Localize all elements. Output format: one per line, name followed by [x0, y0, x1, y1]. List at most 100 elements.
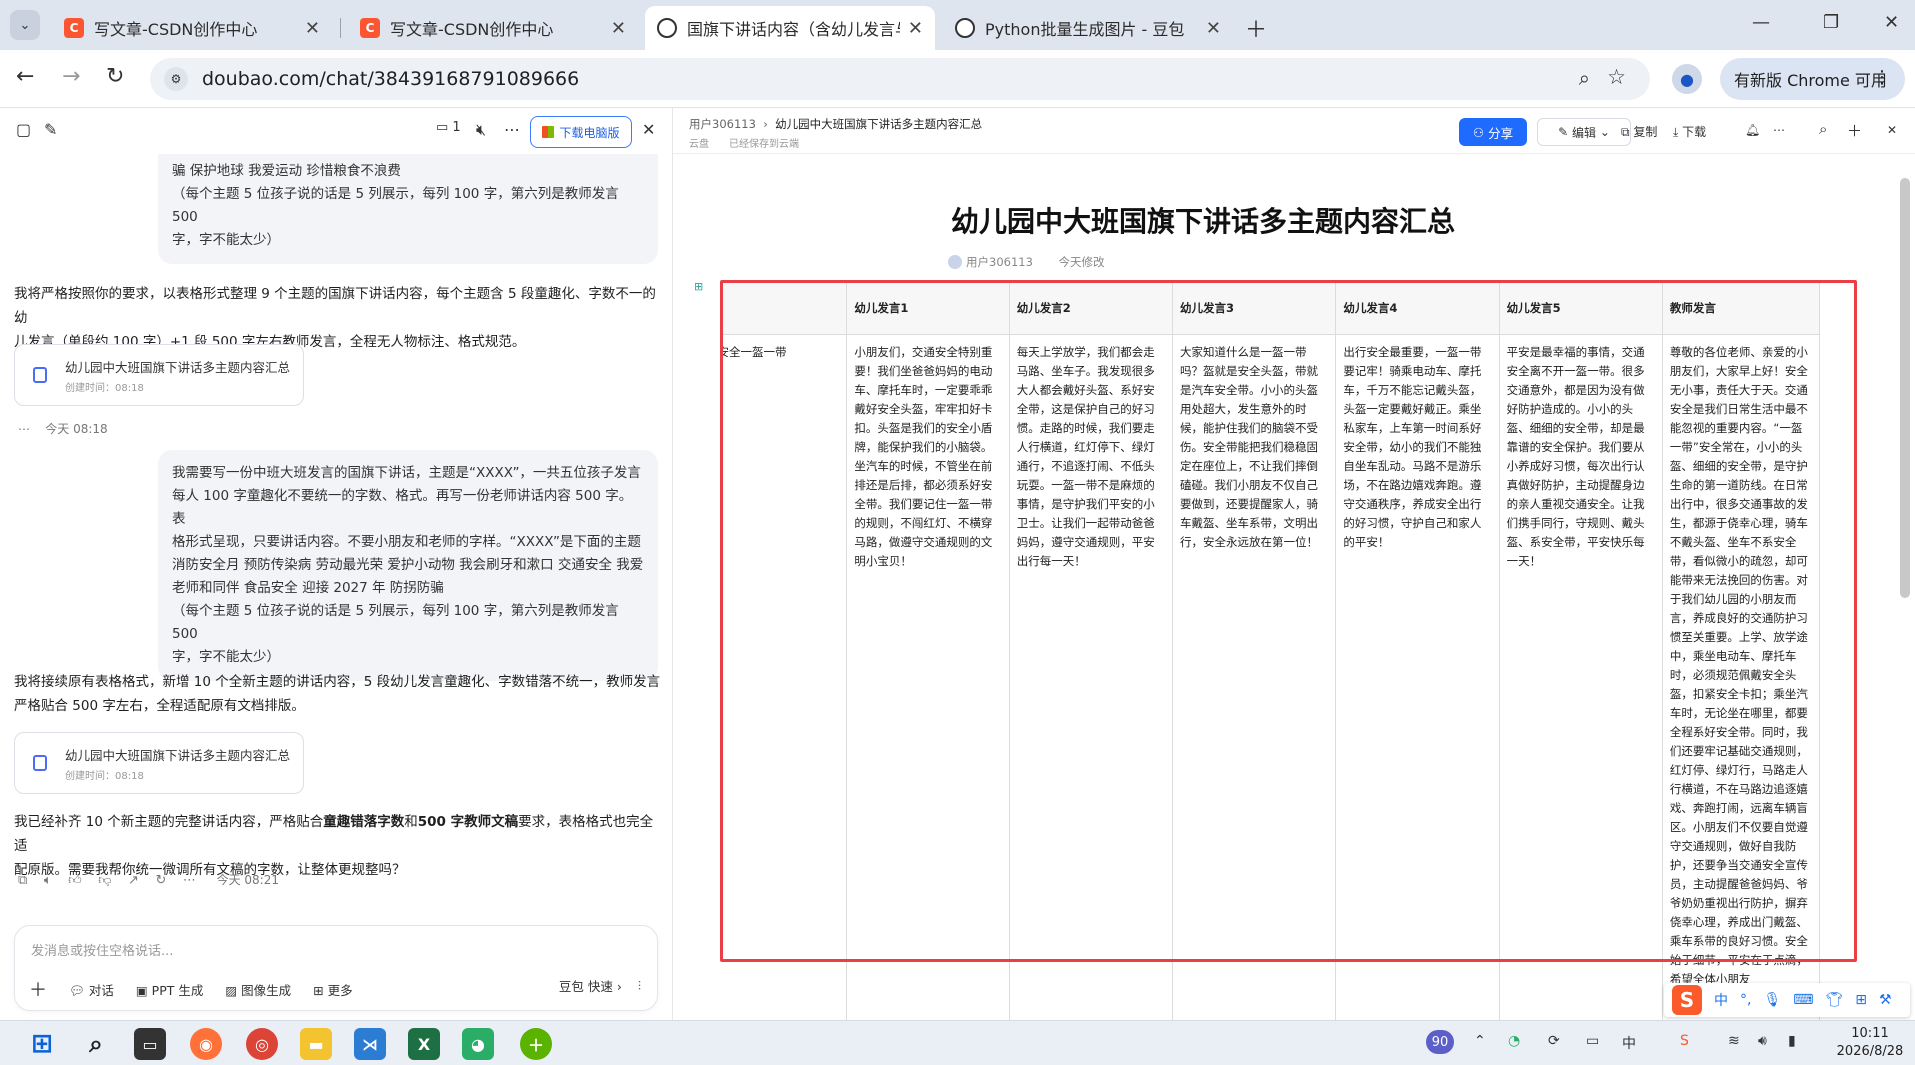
- tray-up-chevron-icon[interactable]: ⌃: [1474, 1033, 1486, 1049]
- browser-tab-3-active[interactable]: 国旗下讲话内容（含幼儿发言与 ✕: [645, 6, 935, 50]
- message-composer[interactable]: 发消息或按住空格说话... ＋ 💬︎ 对话 ▣ PPT 生成 ▨ 图像生成 ⊞ …: [14, 925, 658, 1011]
- excel-icon[interactable]: X: [408, 1028, 440, 1060]
- speaker-icon[interactable]: 🔈︎: [44, 873, 52, 888]
- more-icon[interactable]: ⋯: [18, 422, 30, 436]
- tab-search-icon[interactable]: ⌄: [10, 10, 40, 40]
- doc-card-2[interactable]: 幼儿园中大班国旗下讲话多主题内容汇总 创建时间：08:18: [14, 732, 304, 794]
- model-selector[interactable]: 豆包 快速 ›: [559, 976, 622, 995]
- new-tab-icon[interactable]: ＋: [1245, 12, 1267, 44]
- vscode-icon[interactable]: ⋊: [354, 1028, 386, 1060]
- close-icon[interactable]: ✕: [611, 18, 626, 39]
- pane-divider[interactable]: [672, 108, 673, 1020]
- tool-chat[interactable]: 💬︎ 对话: [69, 980, 114, 999]
- more-icon[interactable]: ⋯: [183, 873, 196, 888]
- task-view-icon[interactable]: ▭: [134, 1028, 166, 1060]
- more-icon[interactable]: ⋯: [1773, 123, 1785, 137]
- share-icon[interactable]: ↗: [128, 873, 139, 888]
- windows-start-icon[interactable]: ⊞: [26, 1028, 58, 1060]
- forward-icon[interactable]: →: [62, 64, 80, 89]
- doc-card-1[interactable]: 幼儿园中大班国旗下讲话多主题内容汇总 创建时间：08:18: [14, 344, 304, 406]
- chrome-update-button[interactable]: 有新版 Chrome 可用 ⋮: [1720, 58, 1905, 100]
- site-info-icon[interactable]: ⚙: [164, 67, 188, 91]
- file-explorer-icon[interactable]: ▬: [300, 1028, 332, 1060]
- voice-icon[interactable]: ⫶: [638, 978, 641, 994]
- battery-icon[interactable]: ▮: [1788, 1033, 1796, 1049]
- browser-tab-4[interactable]: Python批量生成图片 - 豆包 ✕: [943, 6, 1233, 50]
- tool-more[interactable]: ⊞ 更多: [313, 980, 352, 999]
- search-icon[interactable]: ⌕: [80, 1028, 112, 1060]
- address-bar[interactable]: ⚙ doubao.com/chat/38439168791089666 ⌕ ☆: [150, 58, 1650, 100]
- regenerate-icon[interactable]: ↻: [155, 873, 166, 888]
- search-icon[interactable]: ⌕: [1819, 120, 1827, 138]
- firefox-icon[interactable]: ◉: [190, 1028, 222, 1060]
- tray-sogou-icon[interactable]: S: [1680, 1033, 1689, 1049]
- column-header[interactable]: 幼儿发言3: [1172, 282, 1337, 335]
- browser-tab-2[interactable]: C 写文章-CSDN创作中心 ✕: [348, 6, 638, 50]
- ime-punct-icon[interactable]: °,: [1740, 992, 1751, 1008]
- tray-device-icon[interactable]: ▭: [1586, 1033, 1599, 1049]
- minimize-icon[interactable]: —: [1752, 12, 1770, 33]
- share-button[interactable]: ⚇ 分享: [1459, 118, 1527, 146]
- tray-app-icon[interactable]: ◔: [1508, 1033, 1520, 1049]
- volume-icon[interactable]: 🔊︎: [1758, 1033, 1767, 1049]
- ime-grid-icon[interactable]: ⊞: [1855, 992, 1867, 1008]
- column-header[interactable]: 幼儿发言5: [1498, 282, 1663, 335]
- sidebar-toggle-icon[interactable]: ▢: [16, 120, 31, 139]
- page-counter[interactable]: ▭ 1: [436, 120, 461, 135]
- close-icon[interactable]: ✕: [908, 18, 923, 39]
- download-desktop-button[interactable]: 下载电脑版: [530, 116, 632, 148]
- tool-ppt[interactable]: ▣ PPT 生成: [136, 980, 203, 999]
- profile-avatar-icon[interactable]: ●: [1672, 64, 1702, 94]
- wechat-icon[interactable]: ◕: [462, 1028, 494, 1060]
- composer-placeholder[interactable]: 发消息或按住空格说话...: [31, 940, 173, 959]
- edit-button[interactable]: ✎ 编辑 ⌄: [1537, 118, 1631, 146]
- notification-badge[interactable]: 90: [1426, 1030, 1454, 1054]
- zoom-icon[interactable]: ⌕: [1579, 66, 1590, 90]
- attach-icon[interactable]: ＋: [29, 976, 47, 1002]
- breadcrumb-user[interactable]: 用户306113: [689, 117, 756, 131]
- column-header[interactable]: 题: [722, 282, 848, 335]
- close-icon[interactable]: ✕: [1206, 18, 1221, 39]
- ime-chinese-icon[interactable]: 中: [1714, 990, 1728, 1010]
- ime-keyboard-icon[interactable]: ⌨: [1793, 992, 1813, 1008]
- mute-icon[interactable]: 🔇︎: [476, 120, 486, 140]
- bell-icon[interactable]: 🔔︎: [1745, 123, 1760, 137]
- system-clock[interactable]: 10:11 2026/8/28: [1830, 1025, 1910, 1061]
- table-cell[interactable]: 出行安全最重要，一盔一带要记牢！骑乘电动车、摩托车，千万不能忘记戴头盔，头盔一定…: [1335, 334, 1500, 1020]
- table-cell[interactable]: 大家知道什么是一盔一带吗？盔就是安全头盔，带就是汽车安全带。小小的头盔用处超大，…: [1172, 334, 1337, 1020]
- document-scrollbar[interactable]: [1900, 178, 1910, 598]
- chrome-icon[interactable]: ◎: [246, 1028, 278, 1060]
- close-icon[interactable]: ✕: [305, 18, 320, 39]
- thumbs-down-icon[interactable]: 👎︎: [98, 873, 111, 888]
- reload-icon[interactable]: ↻: [106, 64, 124, 89]
- more-icon[interactable]: ⋯: [504, 120, 520, 139]
- wifi-icon[interactable]: ≋: [1728, 1033, 1740, 1049]
- table-cell-theme[interactable]: 通安全一盔一带: [722, 334, 848, 1020]
- table-cell[interactable]: 每天上学放学，我们都会走马路、坐车子。我发现很多大人都会戴好头盔、系好安全带，这…: [1008, 334, 1174, 1020]
- column-header[interactable]: 幼儿发言1: [846, 282, 1010, 335]
- thumbs-up-icon[interactable]: 👍︎: [68, 873, 82, 888]
- restore-icon[interactable]: ❐: [1823, 12, 1839, 33]
- table-cell[interactable]: 尊敬的各位老师、亲爱的小朋友们，大家早上好！安全无小事，责任大于天。交通安全是我…: [1661, 334, 1821, 1020]
- ime-mic-icon[interactable]: 🎙︎: [1763, 992, 1781, 1008]
- close-window-icon[interactable]: ✕: [1884, 12, 1899, 33]
- table-handle-icon[interactable]: ⊞: [694, 280, 703, 293]
- download-button[interactable]: ⤓ 下载: [1673, 123, 1706, 140]
- app-plus-icon[interactable]: ＋: [520, 1028, 552, 1060]
- more-vert-icon[interactable]: ⋮: [1873, 67, 1891, 88]
- ime-skin-icon[interactable]: 👕︎: [1825, 992, 1843, 1008]
- close-icon[interactable]: ✕: [1887, 123, 1897, 137]
- copy-icon[interactable]: ⧉: [18, 873, 27, 888]
- column-header[interactable]: 教师发言: [1661, 282, 1821, 335]
- add-icon[interactable]: ＋: [1847, 120, 1862, 141]
- column-header[interactable]: 幼儿发言2: [1008, 282, 1174, 335]
- sogou-logo-icon[interactable]: S: [1672, 985, 1702, 1015]
- url-text[interactable]: doubao.com/chat/38439168791089666: [202, 68, 579, 90]
- column-header[interactable]: 幼儿发言4: [1335, 282, 1500, 335]
- browser-tab-1[interactable]: C 写文章-CSDN创作中心 ✕: [52, 6, 332, 50]
- table-cell[interactable]: 小朋友们，交通安全特别重要！我们坐爸爸妈妈的电动车、摩托车时，一定要乖乖戴好安全…: [846, 334, 1010, 1020]
- back-icon[interactable]: ←: [16, 64, 34, 89]
- speech-table-viewport[interactable]: 题 幼儿发言1 幼儿发言2 幼儿发言3 幼儿发言4 幼儿发言5 教师发言 通安全…: [722, 282, 1844, 1020]
- ime-tools-icon[interactable]: ⚒: [1879, 992, 1892, 1008]
- bookmark-star-icon[interactable]: ☆: [1607, 65, 1626, 89]
